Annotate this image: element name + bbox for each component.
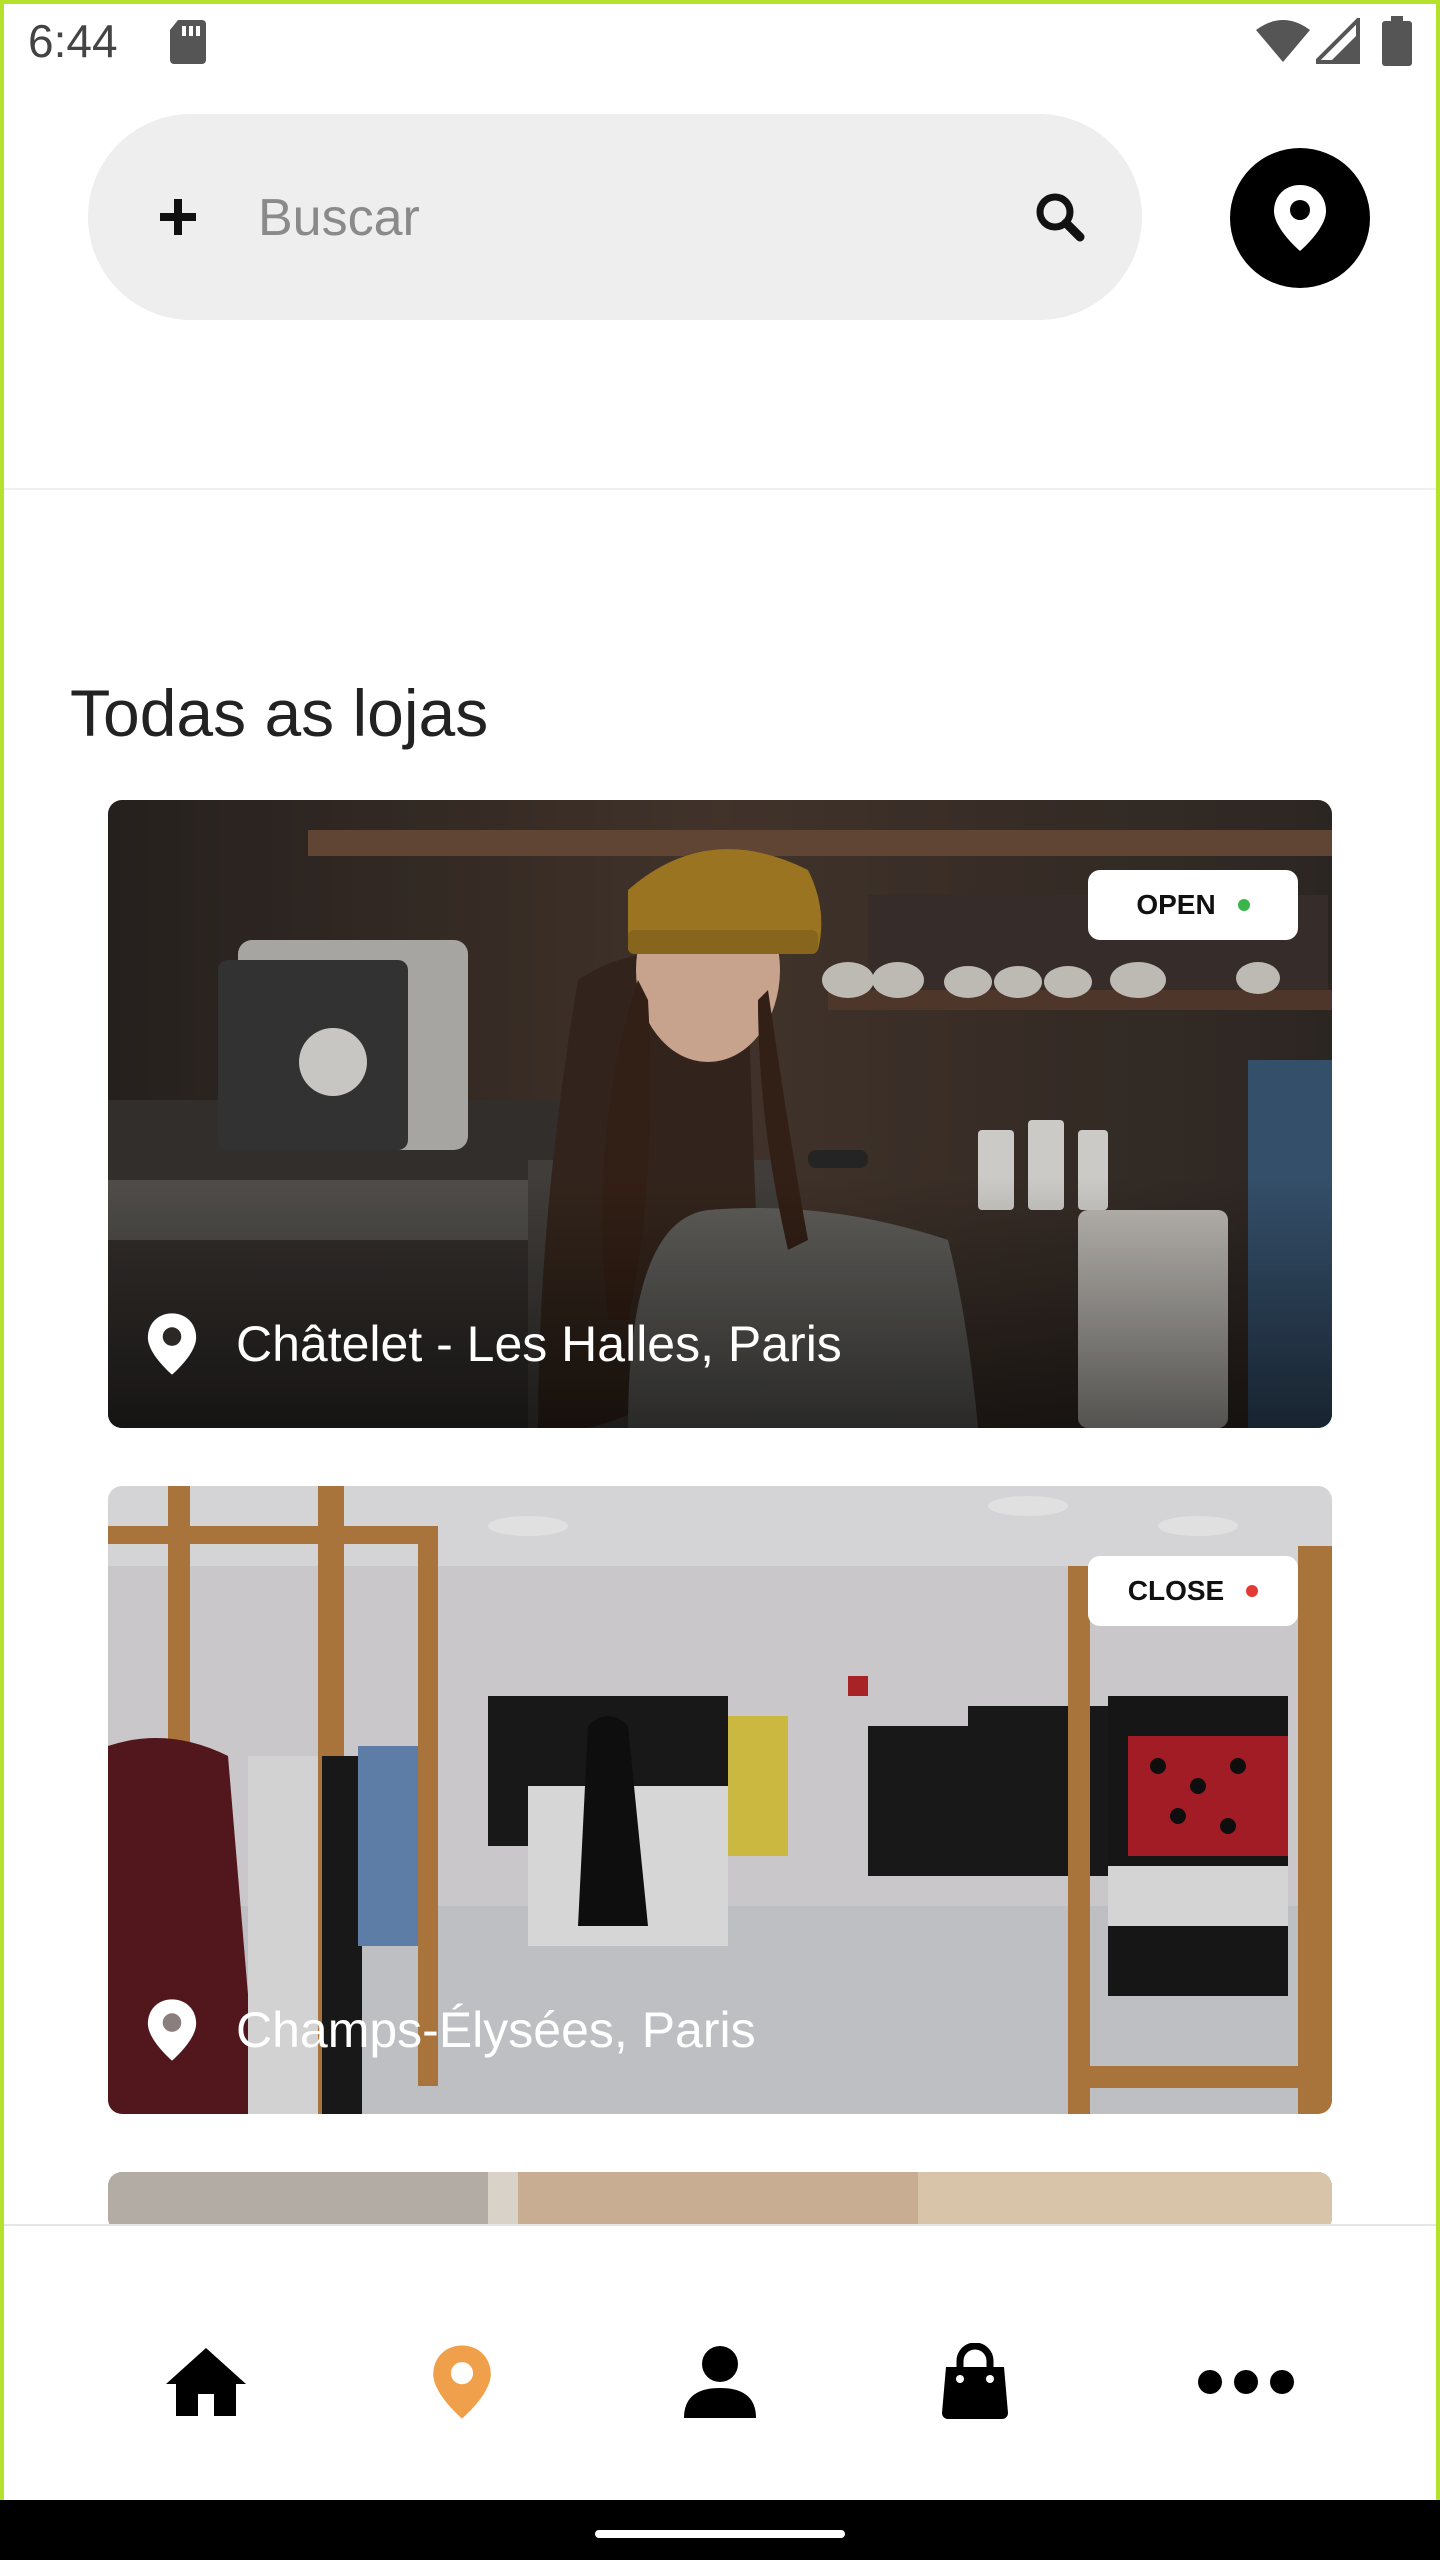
search-bar[interactable] — [88, 114, 1142, 320]
store-card[interactable]: OPEN Châtelet - Les Halles, Paris — [108, 800, 1332, 1428]
store-image — [108, 2172, 1332, 2232]
user-icon — [684, 2346, 756, 2418]
home-icon — [166, 2348, 246, 2416]
store-card[interactable] — [108, 2172, 1332, 2232]
nav-more[interactable] — [1196, 2332, 1296, 2432]
status-dot — [1237, 899, 1250, 911]
status-dot — [1246, 1585, 1259, 1597]
store-location: Champs-Élysées, Paris — [146, 1990, 756, 2070]
status-badge: OPEN — [1088, 870, 1298, 940]
section-title: Todas as lojas — [70, 675, 489, 750]
battery-icon — [1382, 16, 1412, 66]
plus-icon[interactable] — [148, 187, 208, 247]
nav-profile[interactable] — [670, 2332, 770, 2432]
store-location-text: Champs-Élysées, Paris — [236, 2002, 756, 2058]
more-icon — [1198, 2370, 1294, 2394]
store-card[interactable]: CLOSE Champs-Élysées, Paris — [108, 1486, 1332, 2114]
store-location: Châtelet - Les Halles, Paris — [146, 1304, 842, 1384]
shopping-bag-icon — [942, 2343, 1008, 2419]
map-pin-icon — [1274, 185, 1326, 251]
location-button[interactable] — [1230, 148, 1370, 288]
home-gesture-handle[interactable] — [595, 2530, 845, 2538]
search-input[interactable] — [256, 177, 900, 259]
wifi-icon — [1256, 20, 1310, 62]
sd-card-icon — [170, 20, 206, 64]
nav-bag[interactable] — [925, 2332, 1025, 2432]
store-location-text: Châtelet - Les Halles, Paris — [236, 1316, 842, 1372]
map-pin-icon — [147, 1313, 197, 1375]
search-icon[interactable] — [1030, 187, 1090, 247]
status-badge: CLOSE — [1088, 1556, 1298, 1626]
nav-home[interactable] — [156, 2332, 256, 2432]
status-label: OPEN — [1136, 889, 1216, 920]
map-pin-icon — [433, 2345, 491, 2419]
status-label: CLOSE — [1127, 1575, 1225, 1606]
system-nav-bar — [0, 2500, 1440, 2560]
header-divider — [4, 488, 1436, 490]
bottom-nav — [0, 2224, 1440, 2500]
signal-icon — [1316, 18, 1360, 64]
nav-map[interactable] — [412, 2332, 512, 2432]
map-pin-icon — [147, 1999, 197, 2061]
status-bar: 6:44 — [0, 0, 1440, 84]
status-time: 6:44 — [28, 15, 118, 67]
